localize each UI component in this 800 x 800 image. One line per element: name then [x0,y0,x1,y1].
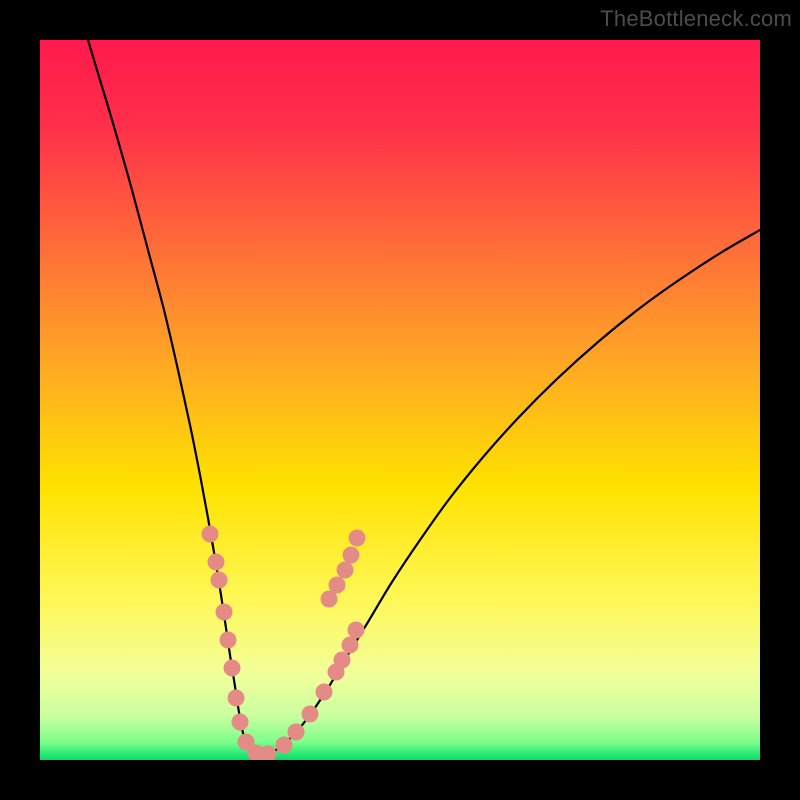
marker-dot [224,660,241,677]
marker-dot [343,547,360,564]
marker-dot [337,562,354,579]
plot-area [40,40,760,760]
curve-left-arm [88,40,261,755]
marker-dot [216,604,233,621]
marker-dot [228,690,245,707]
marker-dot [288,724,305,741]
marker-dot [348,622,365,639]
marker-dot [329,577,346,594]
marker-dot [220,632,237,649]
attribution-text: TheBottleneck.com [600,6,792,32]
marker-dot [276,737,293,754]
marker-dot [349,530,366,547]
marker-dot [208,554,225,571]
marker-dot [211,572,228,589]
marker-dot [342,637,359,654]
marker-dot [302,706,319,723]
outer-frame: TheBottleneck.com [0,0,800,800]
marker-dot [202,526,219,543]
marker-dot [232,714,249,731]
marker-dot [334,652,351,669]
curve-layer [40,40,760,760]
marker-dot [316,684,333,701]
